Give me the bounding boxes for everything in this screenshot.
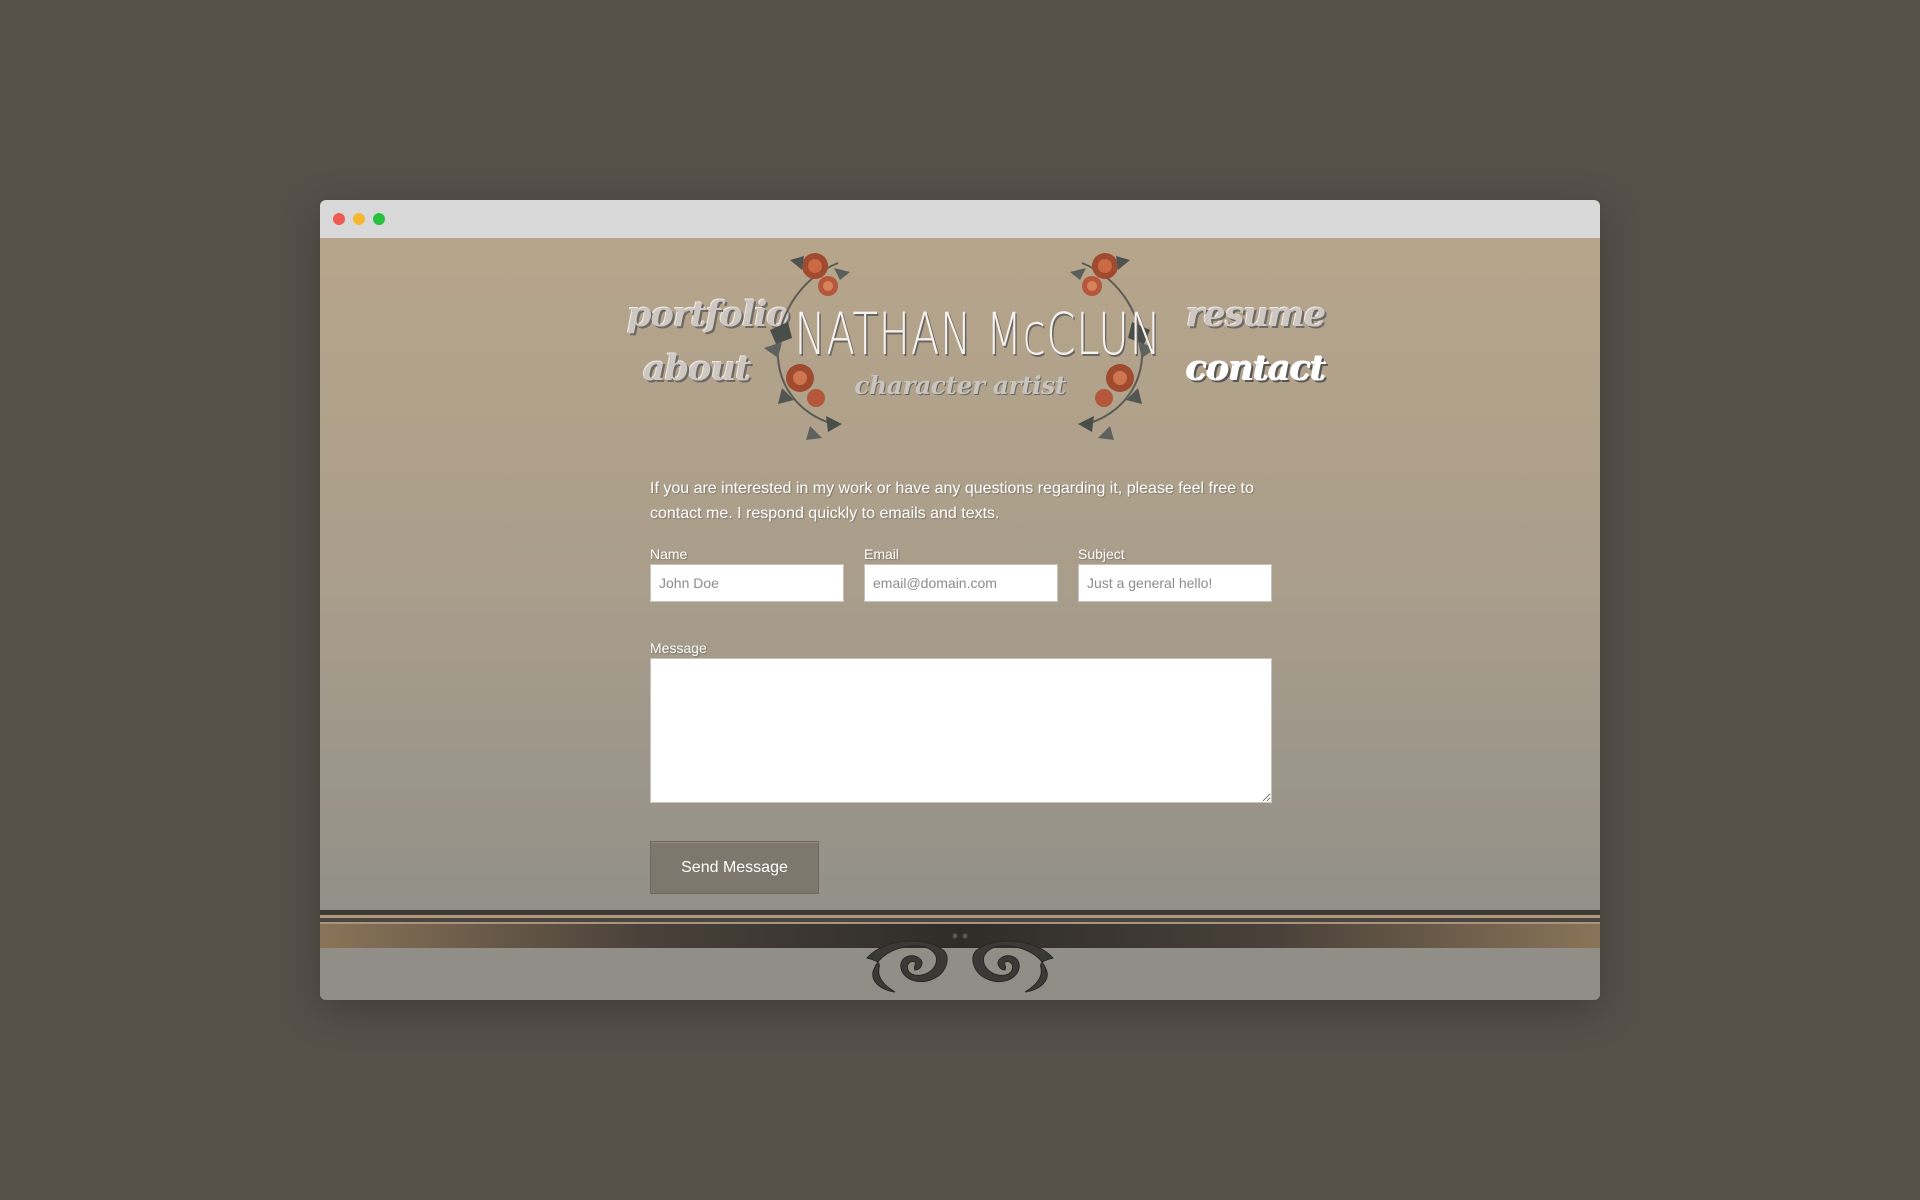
minimize-window-button[interactable] [353, 213, 365, 225]
close-window-button[interactable] [333, 213, 345, 225]
site-logo[interactable]: NATHAN McCLUN character artist [730, 238, 1190, 453]
subject-label: Subject [1078, 546, 1125, 562]
subject-field-group: Subject [1078, 546, 1272, 602]
page-viewport: portfolio about NATHAN McCLUN character … [320, 238, 1600, 1000]
nav-contact-link[interactable]: contact [1186, 348, 1326, 389]
window-titlebar [320, 200, 1600, 239]
contact-fields-row: Name Email Subject [650, 546, 1272, 606]
name-input[interactable] [650, 564, 844, 602]
site-subtitle: character artist [854, 371, 1066, 400]
name-field-group: Name [650, 546, 844, 602]
nav-resume-link[interactable]: resume [1186, 294, 1326, 335]
message-textarea[interactable] [650, 658, 1272, 803]
site-title: NATHAN McCLUN [794, 300, 1162, 368]
contact-section: If you are interested in my work or have… [650, 476, 1272, 894]
contact-intro-text: If you are interested in my work or have… [650, 480, 1254, 522]
send-message-button[interactable]: Send Message [650, 841, 819, 894]
browser-window: portfolio about NATHAN McCLUN character … [320, 200, 1600, 1000]
message-field-group: Message [650, 640, 1272, 808]
email-input[interactable] [864, 564, 1058, 602]
email-field-group: Email [864, 546, 1058, 602]
site-header: portfolio about NATHAN McCLUN character … [320, 238, 1600, 453]
name-label: Name [650, 546, 688, 562]
email-label: Email [864, 546, 900, 562]
subject-input[interactable] [1078, 564, 1272, 602]
scroll-flourish-icon [866, 933, 1054, 993]
message-label: Message [650, 640, 707, 656]
maximize-window-button[interactable] [373, 213, 385, 225]
